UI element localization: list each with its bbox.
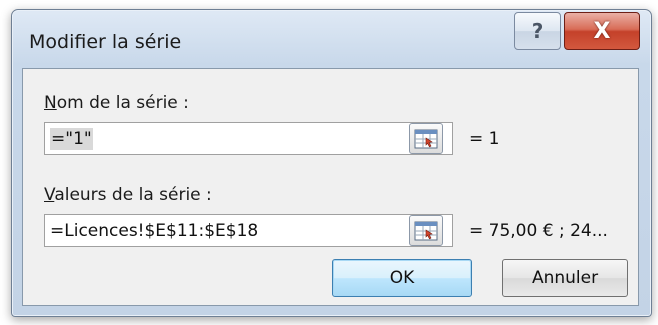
series-name-value: ="1" bbox=[50, 127, 93, 150]
cancel-button[interactable]: Annuler bbox=[502, 259, 628, 297]
close-icon: X bbox=[593, 18, 611, 44]
modify-series-dialog: Modifier la série ? X Nom de la série : … bbox=[11, 9, 652, 317]
dialog-title: Modifier la série bbox=[29, 31, 182, 53]
series-values-value: =Licences!$E$11:$E$18 bbox=[50, 220, 259, 241]
series-name-accelerator: N bbox=[44, 93, 57, 113]
ok-button[interactable]: OK bbox=[332, 259, 472, 297]
range-select-icon bbox=[414, 221, 438, 240]
help-icon: ? bbox=[531, 19, 544, 43]
series-name-preview: = 1 bbox=[469, 129, 500, 149]
series-name-input[interactable]: ="1" bbox=[44, 122, 453, 155]
series-values-label: Valeurs de la série : bbox=[44, 185, 212, 205]
close-button[interactable]: X bbox=[564, 12, 640, 50]
series-values-label-text: aleurs de la série : bbox=[54, 185, 212, 205]
title-bar[interactable]: Modifier la série ? X bbox=[12, 10, 651, 68]
series-name-label: Nom de la série : bbox=[44, 93, 189, 113]
series-values-accelerator: V bbox=[44, 185, 55, 205]
series-values-collapse-button[interactable] bbox=[409, 215, 443, 246]
series-name-label-text: om de la série : bbox=[56, 93, 189, 113]
series-values-preview: = 75,00 € ; 24... bbox=[469, 221, 608, 241]
series-name-collapse-button[interactable] bbox=[409, 123, 443, 154]
series-values-input[interactable]: =Licences!$E$11:$E$18 bbox=[44, 214, 453, 247]
dialog-body: Nom de la série : ="1" = 1 Valeurs de la… bbox=[22, 68, 639, 306]
help-button[interactable]: ? bbox=[514, 12, 561, 50]
range-select-icon bbox=[414, 129, 438, 148]
